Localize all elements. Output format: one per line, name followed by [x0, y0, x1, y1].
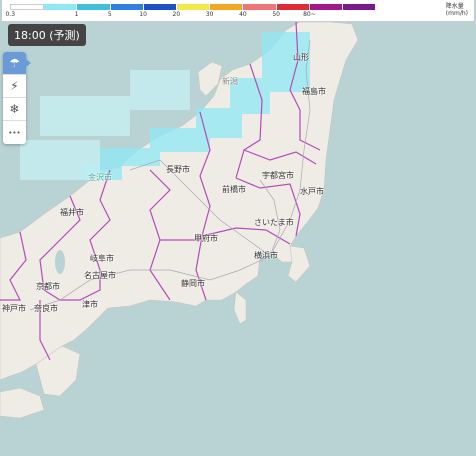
city-label-mito: 水戸市	[300, 187, 324, 196]
legend-tick: 30	[205, 11, 214, 18]
precipitation-legend: 0.3 1 5 10 20 30 40 50 80~ 降水量 (mm/h)	[2, 0, 474, 22]
city-label-gifu: 岐阜市	[90, 254, 114, 263]
layer-tool-panel: ☂ ⚡ ❄ •••	[3, 52, 31, 144]
legend-tick: 5	[107, 11, 112, 18]
city-label-shizuoka: 静岡市	[181, 279, 205, 288]
legend-tick: 20	[172, 11, 181, 18]
city-label-nagoya: 名古屋市	[84, 271, 116, 280]
city-label-yokohama: 横浜市	[254, 251, 278, 260]
city-label-kyoto: 京都市	[36, 282, 60, 291]
city-label-kobe: 神戸市	[2, 304, 26, 313]
legend-tick: 80~	[303, 11, 316, 18]
forecast-time-badge[interactable]: 18:00 (予測)	[8, 24, 86, 46]
more-tool-icon[interactable]: •••	[3, 121, 26, 144]
legend-tick: 10	[139, 11, 147, 18]
legend-color-3	[110, 4, 144, 10]
city-label-fukushima: 福島市	[302, 87, 326, 96]
city-label-maebashi: 前橋市	[222, 185, 246, 194]
legend-color-2	[77, 4, 111, 10]
legend-tick: 1	[74, 11, 79, 18]
legend-tick: 50	[272, 11, 280, 18]
weather-map[interactable]	[0, 0, 476, 456]
legend-color-7	[243, 4, 277, 10]
legend-tick: 0.3	[5, 11, 16, 18]
legend-unit-title: 降水量	[445, 3, 464, 10]
legend-color-9	[309, 4, 343, 10]
legend-color-0	[10, 4, 45, 10]
legend-color-1	[44, 4, 78, 10]
city-label-nara: 奈良市	[34, 304, 58, 313]
legend-color-scale	[10, 4, 377, 10]
city-label-kofu: 甲府市	[194, 234, 218, 243]
legend-color-8	[276, 4, 310, 10]
city-label-yamagata: 山形	[293, 53, 309, 62]
city-label-fukui: 福井市	[60, 208, 84, 217]
city-label-niigata: 新潟	[222, 77, 238, 86]
legend-color-5	[176, 4, 211, 10]
legend-color-6	[210, 4, 244, 10]
city-label-utsunomiya: 宇都宮市	[262, 171, 294, 180]
city-label-saitama: さいたま市	[254, 218, 294, 227]
rain-tool-icon[interactable]: ☂	[3, 52, 31, 75]
city-label-nagano: 長野市	[166, 165, 190, 174]
city-label-kanazawa: 金沢市	[88, 173, 112, 182]
legend-color-4	[143, 4, 177, 10]
legend-unit-label: (mm/h)	[445, 10, 468, 17]
lightning-tool-icon[interactable]: ⚡	[3, 75, 26, 98]
snow-tool-icon[interactable]: ❄	[3, 98, 26, 121]
legend-unit: 降水量 (mm/h)	[446, 3, 468, 17]
legend-color-10	[342, 4, 377, 10]
city-label-tsu: 津市	[82, 300, 98, 309]
legend-tick: 40	[239, 11, 247, 18]
